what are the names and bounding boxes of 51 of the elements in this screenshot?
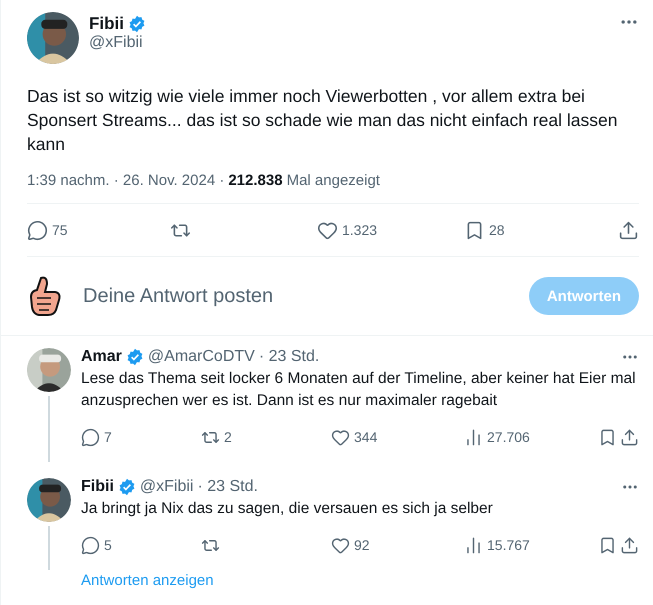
like-button[interactable]: 1.323 bbox=[317, 220, 464, 240]
bookmark-button[interactable]: 28 bbox=[464, 220, 618, 240]
timestamp: 1:39 nachm. · 26. Nov. 2024 · bbox=[27, 172, 224, 189]
count: 7 bbox=[104, 429, 112, 445]
count: 92 bbox=[354, 537, 370, 553]
author-handle: @AmarCoDTV bbox=[148, 348, 255, 366]
author-name: Fibii bbox=[81, 478, 114, 496]
views-icon bbox=[464, 428, 483, 446]
views-icon bbox=[464, 536, 483, 554]
views-button[interactable]: 27.706 bbox=[464, 428, 598, 446]
count: 5 bbox=[104, 537, 112, 553]
view-count: 212.838 bbox=[228, 172, 283, 189]
reply-icon bbox=[81, 536, 100, 554]
reply-button[interactable]: 5 bbox=[81, 536, 201, 554]
author-handle: @xFibii bbox=[89, 34, 144, 52]
bookmark-icon bbox=[598, 536, 617, 554]
count: 75 bbox=[52, 222, 68, 238]
share-button[interactable] bbox=[618, 220, 639, 240]
reply-icon bbox=[27, 220, 48, 240]
share-button[interactable] bbox=[620, 536, 639, 554]
count: 344 bbox=[354, 429, 378, 445]
heart-icon bbox=[317, 220, 338, 240]
heart-icon bbox=[331, 428, 350, 446]
count: 27.706 bbox=[487, 429, 530, 445]
author-name: Amar bbox=[81, 348, 122, 366]
timestamp: · 23 Std. bbox=[197, 478, 258, 496]
share-button[interactable] bbox=[620, 428, 639, 446]
count: 28 bbox=[489, 222, 505, 238]
reply-button[interactable]: 7 bbox=[81, 428, 201, 446]
reply-button[interactable]: 75 bbox=[27, 220, 170, 240]
count: 1.323 bbox=[342, 222, 378, 238]
reply-icon bbox=[81, 428, 100, 446]
reply-input-field[interactable]: Deine Antwort posten bbox=[81, 284, 515, 308]
share-icon bbox=[620, 536, 639, 554]
tweet-text: Das ist so witzig wie viele immer noch Viewerbotten , vor allem extra bei Sponsert Streams... das ist so schade wie man das nicht einfach real lassen kann bbox=[27, 85, 618, 156]
author-name: Fibii bbox=[89, 14, 124, 34]
count: 15.767 bbox=[487, 537, 530, 553]
reply-text: Lese das Thema seit locker 6 Monaten auf der Timeline, aber keiner hat Eier mal anzusprechen wer es ist. Dann ist es nur maximaler ragebait bbox=[81, 369, 637, 411]
author-handle: @xFibii bbox=[140, 478, 194, 496]
share-icon bbox=[620, 428, 639, 446]
reply-text: Ja bringt ja Nix das zu sagen, die versauen es sich ja selber bbox=[81, 499, 494, 519]
retweet-button[interactable]: 2 bbox=[201, 428, 331, 446]
heart-icon bbox=[331, 536, 350, 554]
like-button[interactable]: 92 bbox=[331, 536, 464, 554]
views-label: Mal angezeigt bbox=[286, 172, 380, 189]
share-icon bbox=[618, 220, 639, 240]
views-button[interactable]: 15.767 bbox=[464, 536, 598, 554]
count: 2 bbox=[224, 429, 232, 445]
like-button[interactable]: 344 bbox=[331, 428, 464, 446]
timestamp: · 23 Std. bbox=[258, 348, 320, 366]
bookmark-icon bbox=[598, 428, 617, 446]
